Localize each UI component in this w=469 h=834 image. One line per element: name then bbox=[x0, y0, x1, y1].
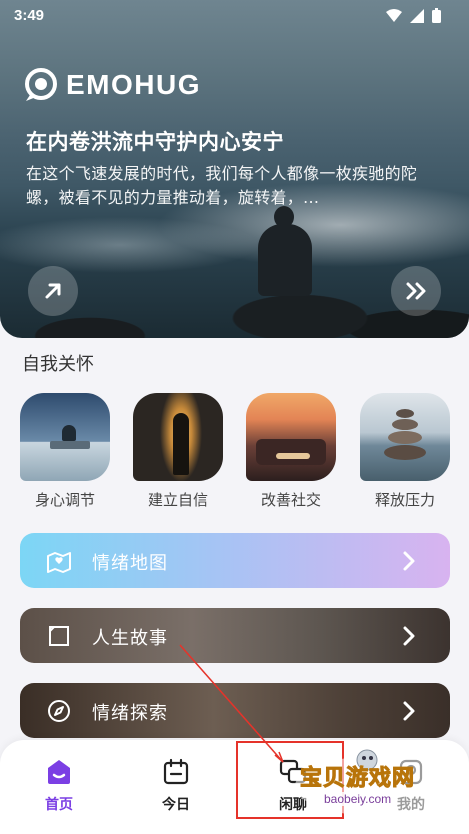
logo-text: EMOHUG bbox=[66, 69, 201, 100]
arrow-up-right-icon bbox=[45, 283, 61, 299]
life-story-label: 人生故事 bbox=[92, 628, 168, 649]
logo: EMOHUG bbox=[24, 68, 201, 102]
tab-home[interactable]: 首页 bbox=[24, 758, 94, 814]
care-item-label: 改善社交 bbox=[260, 491, 321, 509]
mood-explore-button[interactable]: 情绪探索 bbox=[20, 683, 450, 738]
next-banner-button[interactable] bbox=[391, 266, 441, 316]
watermark-url: baobeiy.com bbox=[320, 792, 396, 806]
chevron-right-icon bbox=[403, 626, 415, 646]
status-time: 3:49 bbox=[14, 7, 45, 24]
care-thumb-image bbox=[133, 393, 223, 481]
care-thumb-image bbox=[360, 393, 450, 481]
hero-description: 在这个飞速发展的时代，我们每个人都像一枚疾驰的陀螺，被看不见的力量推动着，旋转着… bbox=[26, 164, 418, 207]
self-care-title: 自我关怀 bbox=[22, 354, 94, 375]
chevron-right-icon bbox=[403, 551, 415, 571]
tab-today[interactable]: 今日 bbox=[141, 758, 211, 814]
calendar-icon bbox=[163, 758, 189, 785]
care-item-label: 身心调节 bbox=[34, 491, 95, 509]
care-thumb-image bbox=[246, 393, 336, 481]
logo-mark-icon bbox=[25, 68, 57, 101]
mood-map-button[interactable]: 情绪地图 bbox=[20, 533, 450, 588]
care-item-confidence[interactable]: 建立自信 bbox=[133, 393, 223, 510]
double-chevron-right-icon bbox=[406, 282, 426, 300]
open-article-button[interactable] bbox=[28, 266, 78, 316]
mood-explore-label: 情绪探索 bbox=[92, 703, 168, 724]
status-bar: 3:49 bbox=[0, 0, 469, 34]
status-icons bbox=[386, 8, 441, 23]
home-icon bbox=[48, 760, 70, 784]
battery-icon bbox=[432, 8, 441, 23]
book-icon bbox=[49, 626, 69, 646]
hero-figure-image bbox=[258, 206, 312, 296]
chevron-right-icon bbox=[403, 701, 415, 721]
life-story-button[interactable]: 人生故事 bbox=[20, 608, 450, 663]
map-icon bbox=[47, 552, 71, 573]
care-thumb-image bbox=[20, 393, 110, 481]
signal-icon bbox=[410, 8, 424, 23]
wifi-icon bbox=[386, 8, 402, 22]
care-item-label: 释放压力 bbox=[374, 491, 435, 509]
hero-title: 在内卷洪流中守护内心安宁 bbox=[26, 130, 284, 154]
care-item-social[interactable]: 改善社交 bbox=[246, 393, 336, 510]
compass-icon bbox=[48, 700, 70, 722]
care-item-stress[interactable]: 释放压力 bbox=[360, 393, 450, 510]
care-item-label: 建立自信 bbox=[147, 491, 208, 509]
watermark-text: 宝贝游戏网 bbox=[299, 766, 416, 792]
tab-label: 首页 bbox=[45, 797, 73, 813]
care-item-body-mind[interactable]: 身心调节 bbox=[20, 393, 110, 510]
hero-banner[interactable]: 3:49 EMOHUG 在内卷洪流中守护内心安宁 在这个飞速发展的时代，我们每个… bbox=[0, 0, 469, 338]
tab-label: 今日 bbox=[162, 797, 190, 813]
mood-map-label: 情绪地图 bbox=[92, 553, 168, 574]
